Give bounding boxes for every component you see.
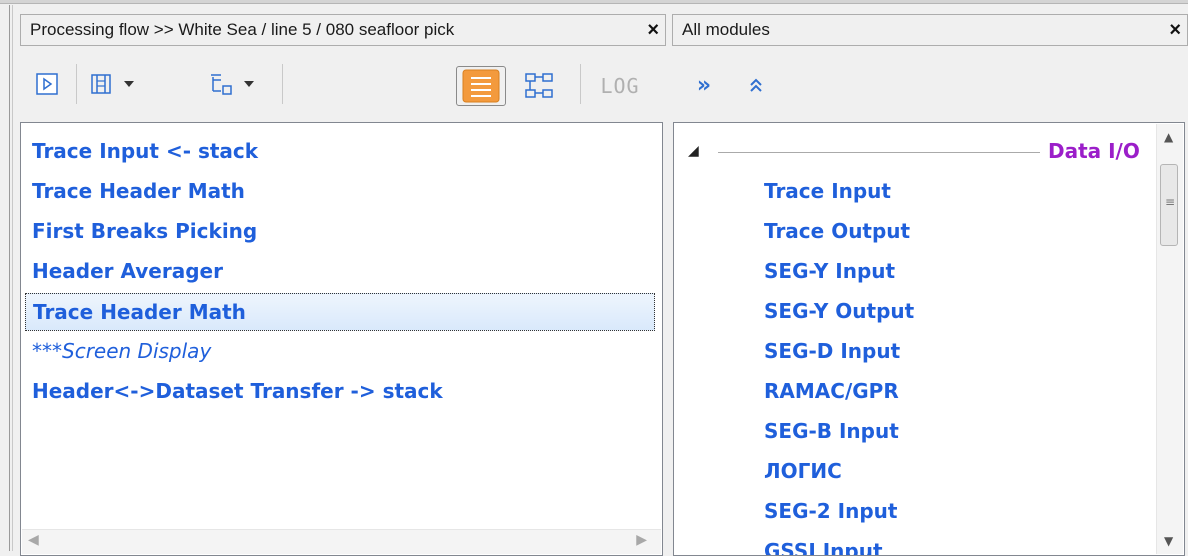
view-dropdown-button[interactable] <box>88 69 136 99</box>
close-icon[interactable]: × <box>647 15 659 45</box>
flow-panel-titlebar: Processing flow >> White Sea / line 5 / … <box>20 14 666 46</box>
toolbar-separator <box>76 64 77 104</box>
module-item[interactable]: SEG-Y Input <box>764 252 895 292</box>
log-button[interactable]: LOG <box>592 72 648 100</box>
panel-divider <box>9 5 10 551</box>
hierarchy-icon <box>525 73 553 98</box>
run-button[interactable] <box>34 71 60 97</box>
chevron-down-icon <box>124 81 134 87</box>
columns-icon <box>91 74 111 94</box>
module-item[interactable]: RAMAC/GPR <box>764 372 899 412</box>
toolbar-separator <box>282 64 283 104</box>
toolbar-separator <box>580 64 581 104</box>
double-chevron-right-icon: » <box>696 72 712 98</box>
flow-item[interactable]: First Breaks Picking <box>25 213 257 251</box>
chevron-down-icon <box>244 81 254 87</box>
flow-list[interactable]: ◀ ▶ Trace Input <- stack Trace Header Mat… <box>20 122 663 556</box>
log-label: LOG <box>600 74 640 98</box>
flow-item[interactable]: Header Averager <box>25 253 223 291</box>
window-top-border <box>0 0 1188 4</box>
play-icon <box>36 73 58 95</box>
list-mode-toggle[interactable] <box>456 66 506 106</box>
expand-all-button[interactable]: » <box>692 72 716 98</box>
horizontal-scrollbar[interactable]: ◀ ▶ <box>22 529 661 554</box>
close-icon[interactable]: × <box>1169 15 1181 45</box>
module-item[interactable]: Trace Input <box>764 172 891 212</box>
modules-toolbar: » <box>672 50 1188 116</box>
module-item[interactable]: SEG-Y Output <box>764 292 914 332</box>
vertical-scrollbar[interactable]: ▲ ≡ ▼ <box>1156 124 1183 554</box>
module-item[interactable]: Trace Output <box>764 212 910 252</box>
modules-panel-title: All modules <box>682 20 770 39</box>
group-header-data-io[interactable]: ◢ Data I/O <box>688 139 1148 167</box>
list-icon <box>462 69 500 103</box>
tree-dropdown-button[interactable] <box>198 69 264 99</box>
modules-tree[interactable]: ◢ Data I/O Trace Input Trace Output SEG-Y … <box>673 122 1185 556</box>
flow-item[interactable]: Trace Header Math <box>25 173 245 211</box>
collapse-all-button[interactable] <box>744 72 768 98</box>
scroll-up-icon[interactable]: ▲ <box>1164 130 1173 144</box>
flow-panel-title: Processing flow >> White Sea / line 5 / … <box>30 20 455 39</box>
module-item[interactable]: SEG-D Input <box>764 332 900 372</box>
flow-toolbar: LOG <box>20 50 666 116</box>
all-modules-panel: All modules × » ◢ Data I/O Trace Input Tr… <box>669 5 1188 556</box>
flow-item[interactable]: ***Screen Display <box>25 333 211 371</box>
scroll-down-icon[interactable]: ▼ <box>1164 534 1173 548</box>
tree-icon <box>211 74 232 95</box>
double-chevron-up-icon <box>750 78 762 92</box>
flow-item[interactable]: Header<->Dataset Transfer -> stack <box>25 373 443 411</box>
group-name: Data I/O <box>1048 139 1140 163</box>
scroll-right-icon[interactable]: ▶ <box>636 532 647 548</box>
flow-item[interactable]: Trace Input <- stack <box>25 133 258 171</box>
tree-mode-toggle[interactable] <box>520 70 558 102</box>
module-item[interactable]: ЛОГИС <box>764 452 842 492</box>
flow-item[interactable]: Trace Header Math <box>25 293 655 331</box>
group-divider-line <box>718 152 1040 153</box>
module-item[interactable]: SEG-2 Input <box>764 492 897 532</box>
modules-panel-titlebar: All modules × <box>672 14 1188 46</box>
grip-icon: ≡ <box>1165 195 1176 209</box>
processing-flow-panel: Processing flow >> White Sea / line 5 / … <box>0 5 666 556</box>
collapse-triangle-icon[interactable]: ◢ <box>688 143 699 159</box>
module-item[interactable]: SEG-B Input <box>764 412 899 452</box>
scrollbar-thumb[interactable]: ≡ <box>1160 164 1178 246</box>
scroll-left-icon[interactable]: ◀ <box>28 532 39 548</box>
module-item[interactable]: GSSI Input <box>764 532 883 555</box>
panel-divider-inner <box>12 5 13 551</box>
